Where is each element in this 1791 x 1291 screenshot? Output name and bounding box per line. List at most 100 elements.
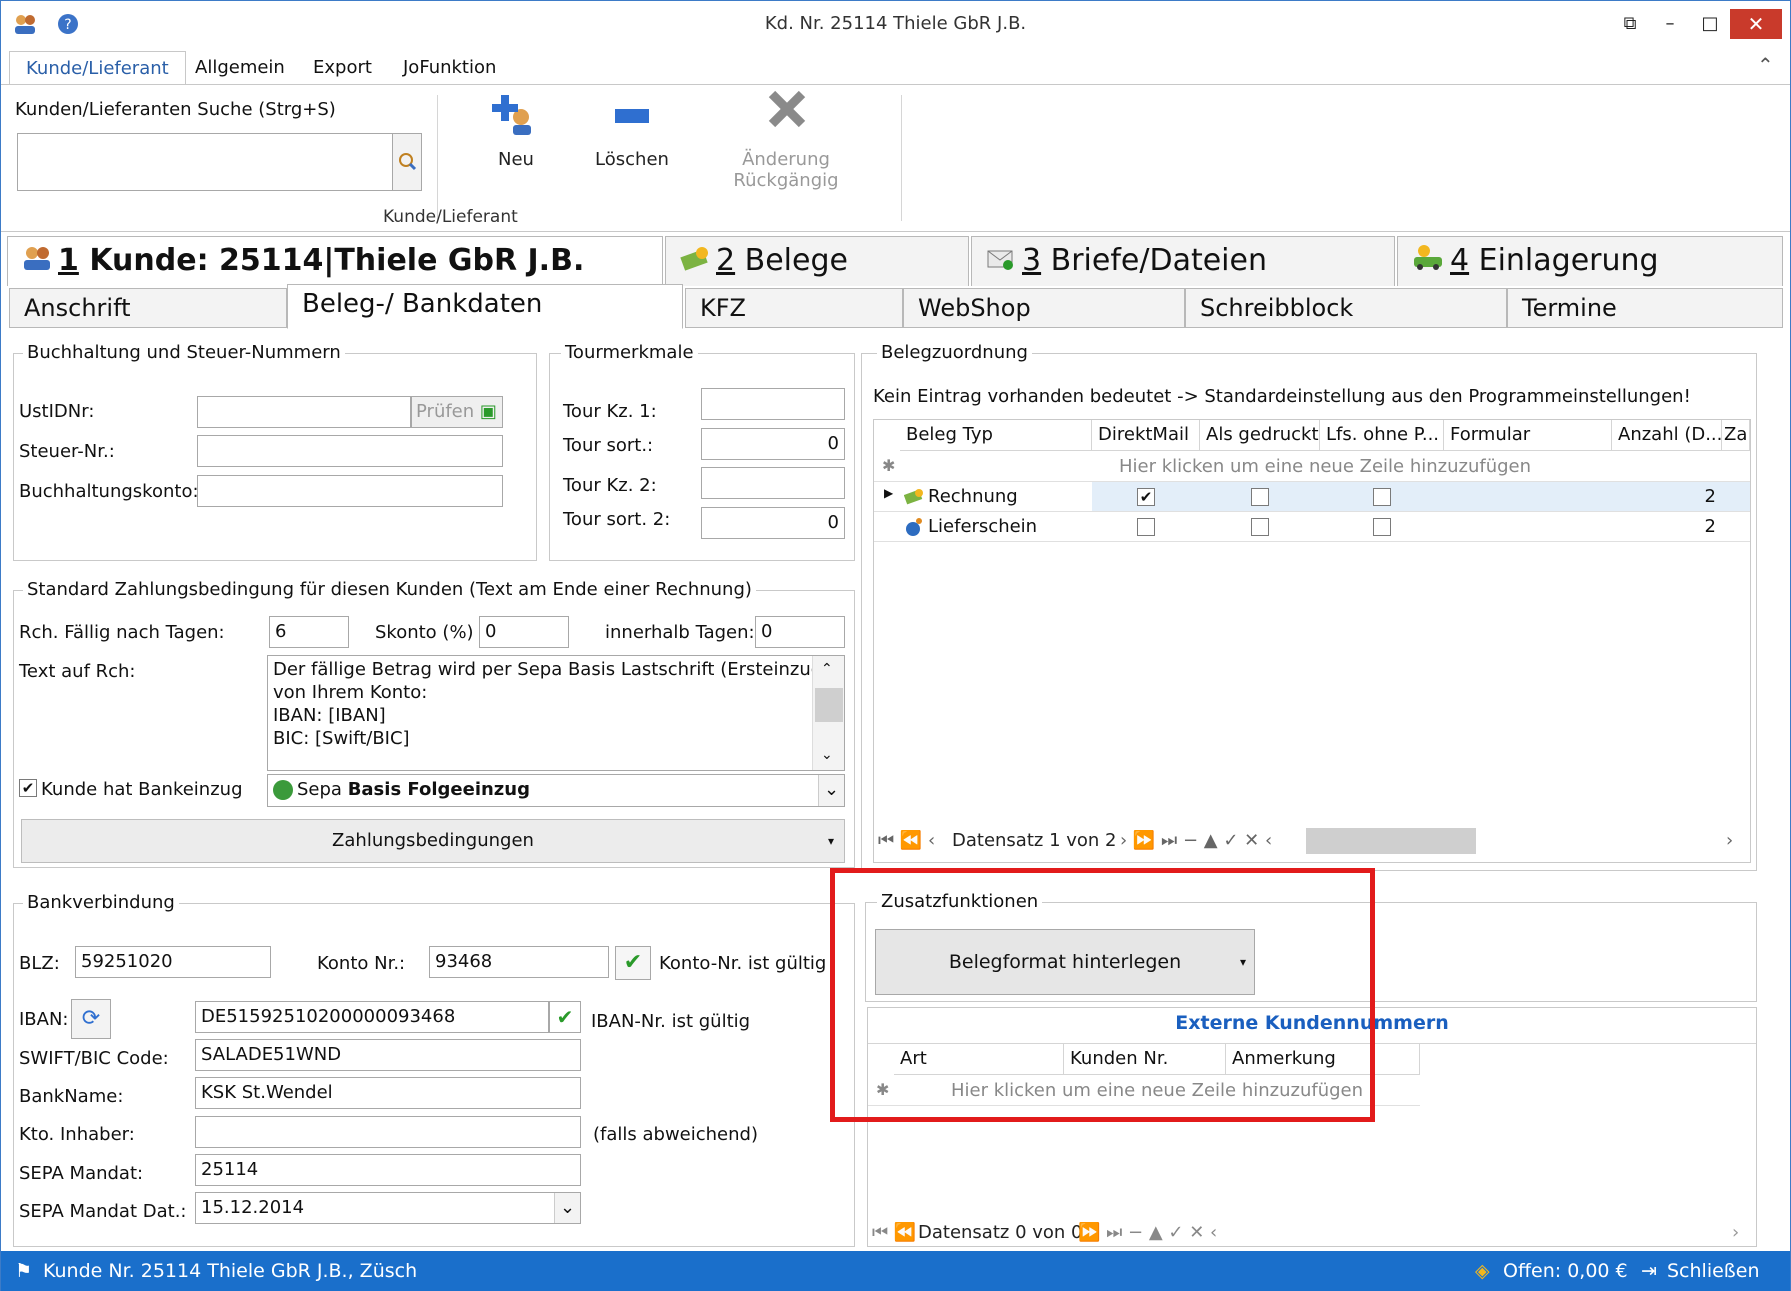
search-label: Kunden/Lieferanten Suche (Strg+S) xyxy=(15,99,336,120)
search-input[interactable] xyxy=(17,133,393,191)
scroll-down-icon[interactable]: ⌄ xyxy=(821,744,833,767)
scroll-thumb[interactable] xyxy=(815,688,843,722)
search-button[interactable] xyxy=(392,133,422,191)
tour-kz1-input[interactable] xyxy=(701,388,845,420)
col-formular[interactable]: Formular xyxy=(1444,420,1612,451)
close-button[interactable]: ✕ xyxy=(1730,9,1782,39)
tab-briefe[interactable]: 3 Briefe/Dateien xyxy=(971,236,1395,286)
konto-nr-input[interactable]: 93468 xyxy=(429,946,609,978)
exit-icon: ⇥ xyxy=(1641,1260,1657,1282)
blz-input[interactable]: 59251020 xyxy=(75,946,271,978)
zahlungsbedingungen-button[interactable]: Zahlungsbedingungen ▾ xyxy=(21,819,845,863)
col-gedruckt[interactable]: Als gedruckt xyxy=(1200,420,1320,451)
col-anzahl[interactable]: Anzahl (D... xyxy=(1612,420,1722,451)
steuer-input[interactable] xyxy=(197,435,503,467)
ribbon-tab-jofunktion[interactable]: JoFunktion xyxy=(387,51,512,85)
buchhaltung-title: Buchhaltung und Steuer-Nummern xyxy=(23,342,345,363)
ribbon: Kunden/Lieferanten Suche (Strg+S) Neu Lö… xyxy=(1,84,1790,232)
new-row[interactable]: ✱ Hier klicken um eine neue Zeile hinzuz… xyxy=(874,452,1750,482)
tab-label: Einlagerung xyxy=(1469,243,1659,278)
konto-label: Buchhaltungskonto: xyxy=(19,481,199,502)
bankeinzug-label: Kunde hat Bankeinzug xyxy=(41,779,243,800)
tab-schreibblock[interactable]: Schreibblock xyxy=(1185,288,1507,328)
gedruckt-checkbox[interactable] xyxy=(1251,488,1269,506)
minus-icon[interactable] xyxy=(615,109,649,123)
tab-webshop[interactable]: WebShop xyxy=(903,288,1185,328)
sepa-select[interactable]: Sepa Basis Folgeeinzug ⌄ xyxy=(267,774,845,807)
tab-label: Kunde: 25114|Thiele GbR J.B. xyxy=(78,243,585,278)
pruefen-button[interactable]: Prüfen ▣ xyxy=(411,396,503,428)
tab-beleg-bankdaten[interactable]: Beleg-/ Bankdaten xyxy=(287,284,683,329)
first-record-icon[interactable]: ⏮ ⏪ xyxy=(872,1222,916,1243)
zahlung-title: Standard Zahlungsbedingung für diesen Ku… xyxy=(23,579,756,600)
row-indicator-icon: ▶ xyxy=(884,486,894,500)
belegzuordnung-title: Belegzuordnung xyxy=(877,342,1032,363)
collapse-ribbon-icon[interactable]: ⌃ xyxy=(1757,53,1774,77)
schliessen-button[interactable]: Schließen xyxy=(1667,1251,1760,1291)
inhaber-input[interactable] xyxy=(195,1116,581,1148)
tab-termine[interactable]: Termine xyxy=(1507,288,1783,328)
scroll-up-icon[interactable]: ⌃ xyxy=(821,658,833,681)
tab-kunde[interactable]: 1 Kunde: 25114|Thiele GbR J.B. xyxy=(7,236,663,286)
ust-input[interactable] xyxy=(197,396,411,428)
col-lfs[interactable]: Lfs. ohne P... xyxy=(1320,420,1444,451)
first-record-icon[interactable]: ⏮ ⏪ ‹ xyxy=(878,830,935,851)
refresh-icon[interactable]: ⟳ xyxy=(71,999,111,1039)
mandatdat-input[interactable]: 15.12.2014 ⌄ xyxy=(195,1192,581,1224)
maximize-button[interactable]: □ xyxy=(1685,9,1735,39)
bankname-input[interactable]: KSK St.Wendel xyxy=(195,1077,581,1109)
col-za[interactable]: Za xyxy=(1722,420,1750,451)
innerhalb-input[interactable]: 0 xyxy=(755,616,845,648)
ribbon-tab-kunde[interactable]: Kunde/Lieferant xyxy=(9,51,186,85)
tab-anschrift[interactable]: Anschrift xyxy=(9,288,287,328)
title-bar: ? Kd. Nr. 25114 Thiele GbR J.B. ⧉ – □ ✕ xyxy=(1,1,1790,47)
tab-kfz[interactable]: KFZ xyxy=(685,288,903,328)
direktmail-checkbox[interactable] xyxy=(1137,518,1155,536)
new-button[interactable]: Neu xyxy=(481,149,551,170)
hscroll-thumb[interactable] xyxy=(1306,828,1476,854)
chevron-down-icon[interactable]: ⌄ xyxy=(554,1193,580,1223)
bankeinzug-checkbox[interactable]: ✔ xyxy=(19,779,37,797)
swift-input[interactable]: SALADE51WND xyxy=(195,1039,581,1071)
scrollbar[interactable]: ⌃ ⌄ xyxy=(812,656,844,770)
delete-button[interactable]: Löschen xyxy=(587,149,677,170)
tour-sort1-input[interactable]: 0 xyxy=(701,428,845,460)
undo-button[interactable]: Änderung Rückgängig xyxy=(691,149,881,191)
chevron-down-icon[interactable]: ⌄ xyxy=(818,775,844,806)
gedruckt-checkbox[interactable] xyxy=(1251,518,1269,536)
status-offen: Offen: 0,00 € xyxy=(1503,1260,1628,1282)
faellig-input[interactable]: 6 xyxy=(269,616,349,648)
next-record-icon[interactable]: ⏩ ⏭ − ▲ ✓ ✕ ‹ xyxy=(1078,1222,1217,1243)
rechnung-textarea[interactable]: Der fällige Betrag wird per Sepa Basis L… xyxy=(267,655,845,771)
iban-label: IBAN: xyxy=(19,1009,69,1030)
col-belegtyp[interactable]: Beleg Typ xyxy=(900,420,1092,451)
tour-kz2-input[interactable] xyxy=(701,467,845,499)
scroll-right-icon[interactable]: › xyxy=(1732,1222,1739,1243)
skonto-input[interactable]: 0 xyxy=(479,616,569,648)
zahlungsbedingungen-label: Zahlungsbedingungen xyxy=(332,830,534,851)
dropdown-arrow-icon: ▾ xyxy=(827,834,834,848)
cell-belegtyp: Rechnung xyxy=(928,486,1018,507)
iban-input[interactable]: DE51592510200000093468 xyxy=(195,1001,549,1033)
buchhaltungskonto-input[interactable] xyxy=(197,475,503,507)
add-user-icon[interactable] xyxy=(491,91,539,137)
mandat-input[interactable]: 25114 xyxy=(195,1154,581,1186)
next-record-icon[interactable]: › ⏩ ⏭ − ▲ ✓ ✕ ‹ xyxy=(1120,830,1272,851)
ribbon-tab-export[interactable]: Export xyxy=(297,51,388,85)
table-row[interactable]: Lieferschein 2 xyxy=(874,512,1750,542)
lfs-checkbox[interactable] xyxy=(1373,488,1391,506)
tab-belege[interactable]: 2 Belege xyxy=(665,236,969,286)
text-line: Der fällige Betrag wird per Sepa Basis L… xyxy=(273,659,830,680)
direktmail-checkbox[interactable]: ✔ xyxy=(1137,488,1155,506)
tour-sort2-input[interactable]: 0 xyxy=(701,507,845,539)
col-direktmail[interactable]: DirektMail xyxy=(1092,420,1200,451)
table-row[interactable]: ▶ Rechnung ✔ 2 xyxy=(874,482,1750,512)
cell-belegtyp: Lieferschein xyxy=(928,516,1038,537)
money-icon xyxy=(903,487,924,505)
scroll-right-icon[interactable]: › xyxy=(1726,830,1733,851)
lfs-checkbox[interactable] xyxy=(1373,518,1391,536)
ribbon-tab-allgemein[interactable]: Allgemein xyxy=(179,51,301,85)
ribbon-separator xyxy=(901,95,902,221)
tab-einlagerung[interactable]: 4 Einlagerung xyxy=(1397,236,1783,286)
undo-x-icon[interactable] xyxy=(767,89,807,129)
